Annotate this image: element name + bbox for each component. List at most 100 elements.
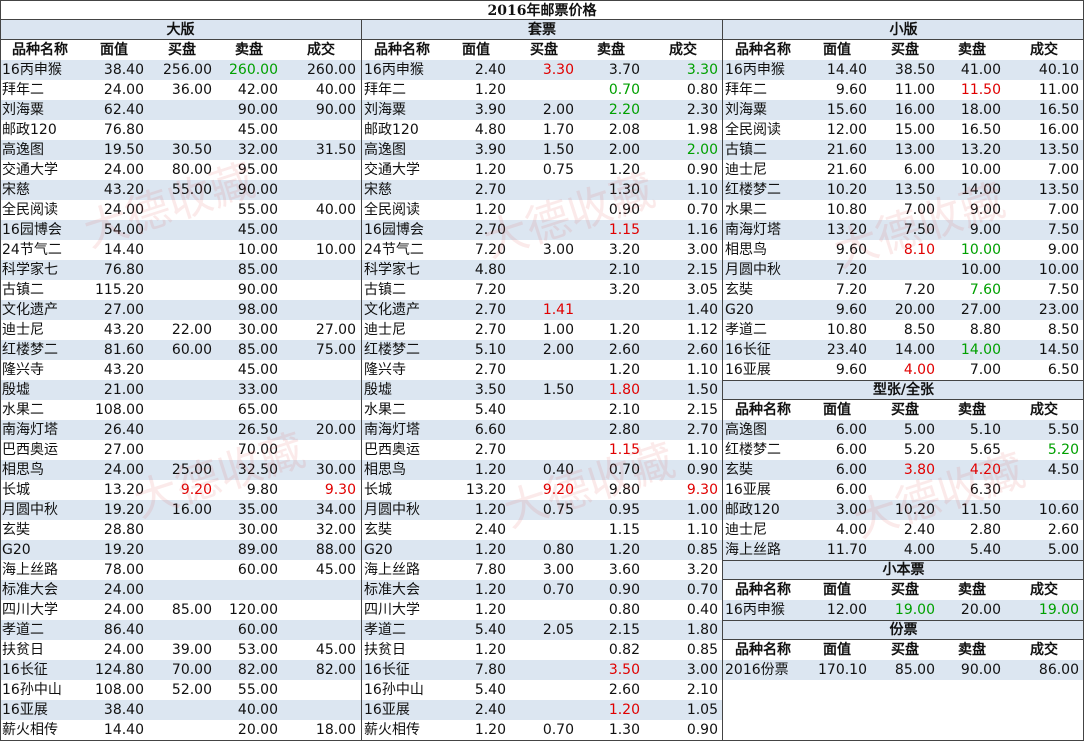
stamp-name: 全民阅读 (2, 202, 58, 218)
price-cell: 1.20 (608, 702, 640, 718)
price-cell: 76.80 (103, 122, 144, 138)
price-cell: 19.00 (1038, 602, 1079, 618)
price-cell: 25.00 (171, 462, 212, 478)
table-row: 高逸图 6.00 5.00 5.10 5.50 (723, 420, 1084, 440)
price-cell: 0.70 (608, 462, 640, 478)
column-header: 成交 (1030, 402, 1058, 418)
price-cell: 10.00 (315, 242, 356, 258)
price-cell (148, 520, 216, 540)
table-row: 四川大学 1.20 0.80 0.40 (362, 600, 722, 620)
price-cell: 8.50 (903, 322, 935, 338)
price-cell: 1.30 (608, 722, 640, 738)
price-cell: 27.00 (315, 322, 356, 338)
column-header: 卖盘 (597, 42, 625, 58)
column-header: 卖盘 (958, 402, 986, 418)
price-cell: 3.30 (686, 62, 718, 78)
price-cell: 7.20 (835, 282, 867, 298)
price-cell: 1.20 (608, 542, 640, 558)
price-cell: 1.00 (542, 322, 574, 338)
price-cell (510, 400, 578, 420)
price-cell: 3.50 (474, 382, 506, 398)
price-cell (148, 280, 216, 300)
price-cell (510, 80, 578, 100)
price-cell: 6.00 (835, 442, 867, 458)
price-cell: 1.16 (686, 222, 718, 238)
price-cell: 28.80 (103, 522, 144, 538)
price-cell: 62.40 (103, 102, 144, 118)
price-cell: 13.50 (1038, 182, 1079, 198)
table-row: 拜年二 24.00 36.00 42.00 40.00 (0, 80, 361, 100)
column-header: 卖盘 (958, 42, 986, 58)
stamp-name: 红楼梦二 (364, 342, 420, 358)
stamp-name: 全民阅读 (364, 202, 420, 218)
price-cell: 115.20 (95, 282, 144, 298)
price-cell: 1.20 (474, 162, 506, 178)
price-cell (510, 520, 578, 540)
price-cell: 2.60 (608, 342, 640, 358)
price-cell: 7.50 (903, 222, 935, 238)
table-row: 16丙申猴 12.00 19.00 20.00 19.00 (723, 600, 1084, 620)
stamp-name: 邮政120 (2, 122, 57, 138)
stamp-name: 迪士尼 (364, 322, 406, 338)
price-cell: 12.00 (826, 122, 867, 138)
price-cell: 4.80 (474, 122, 506, 138)
section-taopiao: 套票 品种名称 面值 买盘 卖盘 成交 16丙申猴 2.40 3.30 3.70 3.30 拜年二 1.… (362, 20, 722, 740)
price-cell: 24.00 (103, 582, 144, 598)
price-cell: 1.20 (474, 602, 506, 618)
price-cell: 65.00 (237, 402, 278, 418)
column-header: 成交 (1030, 582, 1058, 598)
price-cell: 1.20 (474, 582, 506, 598)
price-cell: 9.30 (324, 482, 356, 498)
price-cell (148, 700, 216, 720)
price-cell: 2.15 (686, 262, 718, 278)
stamp-name: 文化遗产 (364, 302, 420, 318)
price-cell (510, 220, 578, 240)
price-cell: 7.00 (1047, 202, 1079, 218)
price-cell: 2.40 (474, 62, 506, 78)
price-cell: 3.50 (608, 662, 640, 678)
price-cell (148, 420, 216, 440)
price-cell: 3.60 (608, 562, 640, 578)
table-row: 全民阅读 1.20 0.90 0.70 (362, 200, 722, 220)
price-cell: 9.60 (835, 362, 867, 378)
table-row: 16亚展 2.40 1.20 1.05 (362, 700, 722, 720)
price-cell (282, 120, 360, 140)
price-cell: 30.50 (171, 142, 212, 158)
divider-xiaobenpiao-bottom (722, 620, 1084, 621)
price-cell: 82.00 (237, 662, 278, 678)
price-cell: 40.00 (315, 82, 356, 98)
price-cell: 0.90 (608, 202, 640, 218)
price-cell: 85.00 (171, 602, 212, 618)
column-header-row: 品种名称 面值 买盘 卖盘 成交 (362, 40, 722, 60)
price-cell: 4.20 (969, 462, 1001, 478)
stamp-name: 全民阅读 (725, 122, 781, 138)
column-header: 面值 (823, 42, 851, 58)
price-cell: 88.00 (315, 542, 356, 558)
price-cell: 2.70 (474, 322, 506, 338)
table-row: 科学家七 76.80 85.00 (0, 260, 361, 280)
stamp-name: 月圆中秋 (364, 502, 420, 518)
price-cell: 9.60 (835, 302, 867, 318)
table-row: 邮政120 4.80 1.70 2.08 1.98 (362, 120, 722, 140)
price-cell: 10.60 (1038, 502, 1079, 518)
stamp-name: 水果二 (2, 402, 44, 418)
stamp-name: 四川大学 (2, 602, 58, 618)
table-row: 四川大学 24.00 85.00 120.00 (0, 600, 361, 620)
table-row: 红楼梦二 6.00 5.20 5.65 5.20 (723, 440, 1084, 460)
stamp-name: 标准大会 (2, 582, 58, 598)
stamp-name: 薪火相传 (2, 722, 58, 738)
column-header-row: 品种名称 面值 买盘 卖盘 成交 (723, 400, 1084, 420)
price-cell: 256.00 (163, 62, 212, 78)
price-cell: 3.30 (542, 62, 574, 78)
price-cell: 90.00 (237, 102, 278, 118)
price-cell: 98.00 (237, 302, 278, 318)
price-cell: 6.30 (969, 482, 1001, 498)
price-cell: 1.10 (686, 362, 718, 378)
price-cell: 108.00 (95, 682, 144, 698)
stamp-name: 24节气二 (2, 242, 62, 258)
price-cell: 16.00 (894, 102, 935, 118)
price-cell: 76.80 (103, 262, 144, 278)
price-cell: 1.20 (474, 82, 506, 98)
price-cell: 1.30 (608, 182, 640, 198)
table-row: 交通大学 24.00 80.00 95.00 (0, 160, 361, 180)
